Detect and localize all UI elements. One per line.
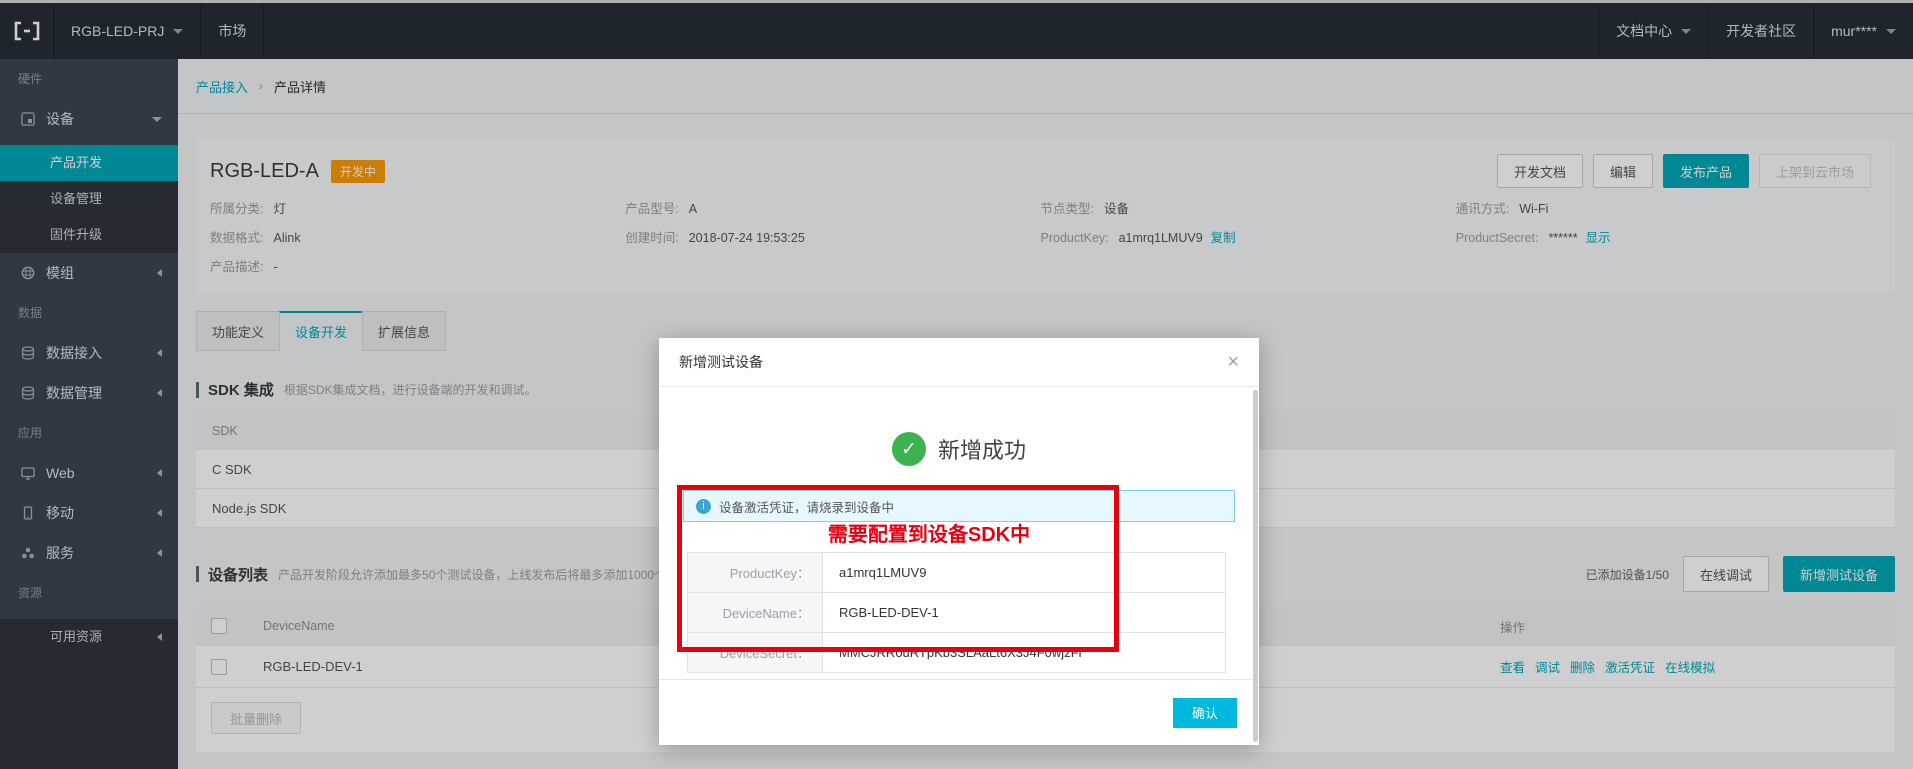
table-row: DeviceName： RGB-LED-DEV-1	[688, 593, 1225, 633]
device-name-value: RGB-LED-DEV-1	[823, 593, 1225, 632]
product-key-label: ProductKey：	[688, 553, 823, 592]
device-secret-value: MMCJRRouRTpKb3SLAaLt6X3J4F0wjzFi	[823, 633, 1225, 672]
add-test-device-modal: 新增测试设备 × ✓ 新增成功 i 设备激活凭证，请烧录到设备中 需要配置到设备…	[659, 338, 1259, 745]
success-row: ✓ 新增成功	[683, 432, 1235, 466]
info-alert: i 设备激活凭证，请烧录到设备中	[683, 490, 1235, 522]
product-key-value: a1mrq1LMUV9	[823, 553, 1225, 592]
info-icon: i	[696, 499, 711, 514]
alert-text: 设备激活凭证，请烧录到设备中	[719, 497, 894, 516]
table-row: DeviceSecret： MMCJRRouRTpKb3SLAaLt6X3J4F…	[688, 633, 1225, 673]
credential-table: ProductKey： a1mrq1LMUV9 DeviceName： RGB-…	[687, 552, 1226, 673]
modal-title: 新增测试设备	[679, 352, 763, 372]
close-icon[interactable]: ×	[1227, 352, 1239, 372]
confirm-button[interactable]: 确认	[1173, 698, 1237, 728]
table-row: ProductKey： a1mrq1LMUV9	[688, 553, 1225, 593]
device-name-label: DeviceName：	[688, 593, 823, 632]
modal-footer: 确认	[659, 679, 1259, 745]
annotation-text: 需要配置到设备SDK中	[683, 522, 1235, 548]
success-message: 新增成功	[938, 433, 1026, 465]
modal-body: ✓ 新增成功 i 设备激活凭证，请烧录到设备中 需要配置到设备SDK中 Prod…	[659, 432, 1259, 673]
modal-header: 新增测试设备 ×	[659, 338, 1259, 387]
check-circle-icon: ✓	[892, 432, 926, 466]
modal-scrollbar[interactable]	[1253, 390, 1258, 742]
device-secret-label: DeviceSecret：	[688, 633, 823, 672]
app-window: RGB-LED-PRJ 市场 文档中心 开发者社区 mur****	[0, 0, 1913, 769]
